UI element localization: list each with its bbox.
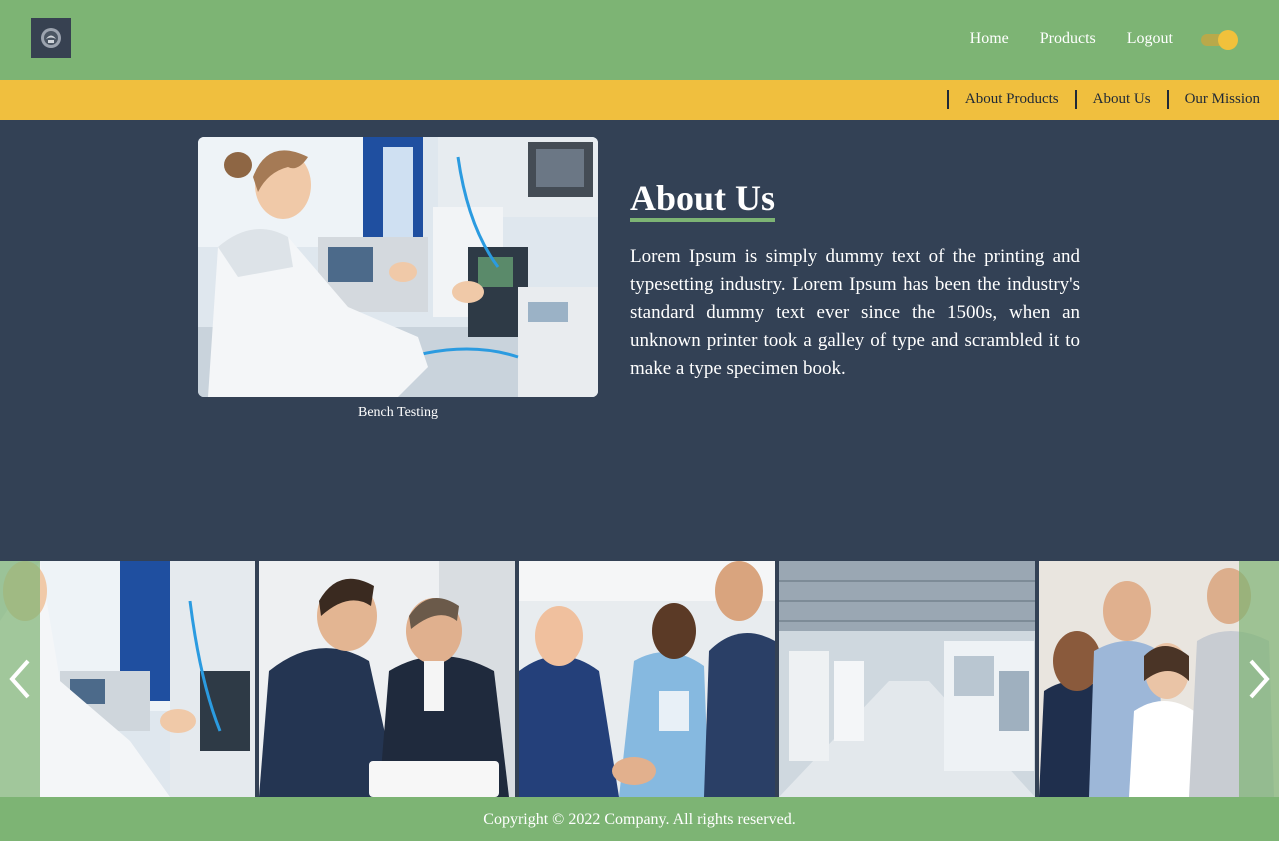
chevron-right-icon xyxy=(1249,659,1270,699)
subnav-about-products-link[interactable]: About Products xyxy=(946,90,1059,109)
logo-icon xyxy=(41,28,61,48)
carousel-prev-button[interactable] xyxy=(0,561,40,797)
image-caption: Bench Testing xyxy=(357,405,439,420)
title-underline xyxy=(630,218,775,222)
chevron-left-icon xyxy=(9,659,30,699)
main-nav: Home Products Logout xyxy=(970,30,1173,48)
nav-home-link[interactable]: Home xyxy=(970,30,1009,48)
subnav-our-mission-link[interactable]: Our Mission xyxy=(1166,90,1260,109)
nav-products-link[interactable]: Products xyxy=(1040,30,1096,48)
carousel-slide-handshake xyxy=(519,561,775,797)
logo[interactable] xyxy=(31,18,71,58)
image-carousel xyxy=(0,561,1279,797)
footer: Copyright © 2022 Company. All rights res… xyxy=(0,797,1279,841)
toggle-knob xyxy=(1218,30,1238,50)
carousel-next-button[interactable] xyxy=(1239,561,1279,797)
bench-testing-image xyxy=(198,137,598,397)
subnav-about-us-link[interactable]: About Us xyxy=(1074,90,1151,109)
about-paragraph: Lorem Ipsum is simply dummy text of the … xyxy=(630,246,1080,379)
carousel-slide-business-meeting xyxy=(259,561,515,797)
theme-toggle[interactable] xyxy=(1201,30,1238,50)
top-navbar: Home Products Logout xyxy=(0,0,1279,80)
carousel-slide-factory xyxy=(779,561,1035,797)
about-title: About Us xyxy=(630,178,776,218)
nav-logout-link[interactable]: Logout xyxy=(1127,30,1173,48)
sub-navbar: About Products About Us Our Mission xyxy=(0,80,1279,120)
copyright-text: Copyright © 2022 Company. All rights res… xyxy=(483,811,796,828)
sub-nav-links: About Products About Us Our Mission xyxy=(931,90,1260,109)
